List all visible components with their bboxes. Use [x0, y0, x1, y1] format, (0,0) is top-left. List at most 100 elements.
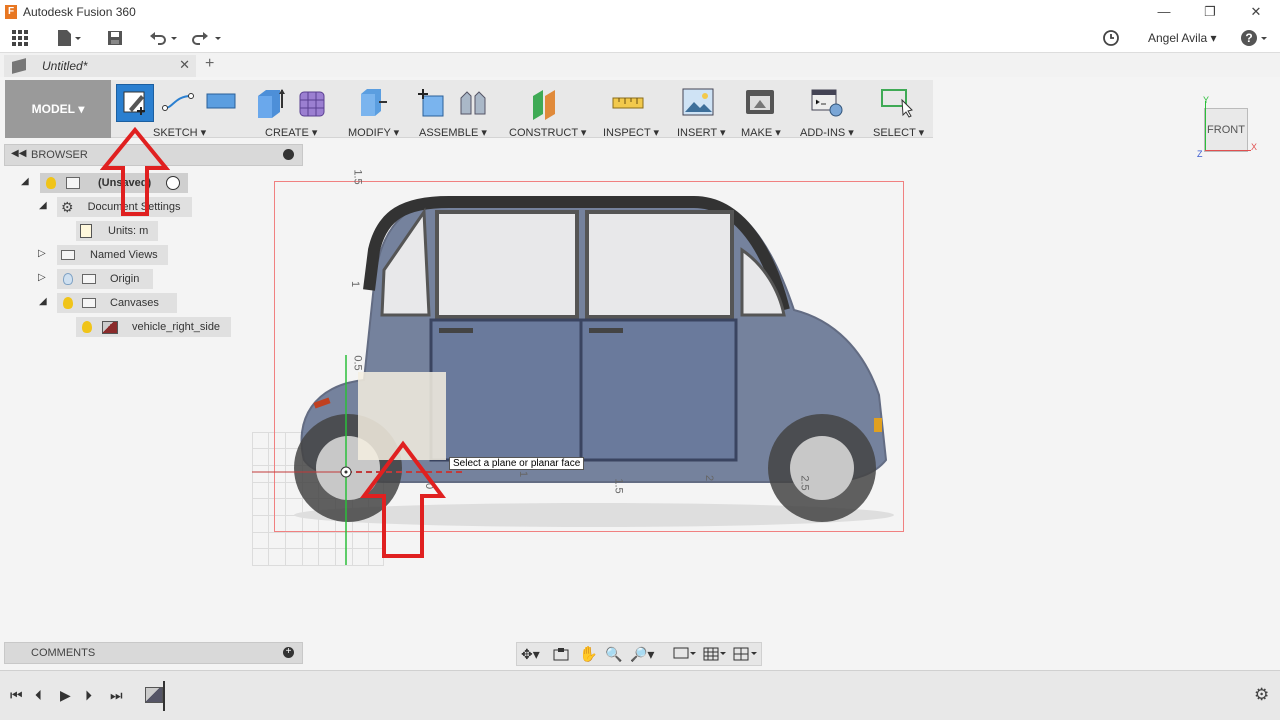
expand-origin-toggle[interactable]: ▷ — [38, 272, 46, 283]
construct-label: CONSTRUCT — [509, 127, 578, 139]
tree-item-canvases[interactable]: Canvases — [57, 293, 177, 313]
construct-menu[interactable]: CONSTRUCT ▾ — [509, 126, 586, 139]
visibility-bulb-icon[interactable] — [63, 297, 73, 309]
add-ins-label: ADD-INS — [800, 127, 846, 139]
joint-icon[interactable] — [457, 86, 491, 123]
step-back-icon[interactable]: ⏴ — [35, 687, 42, 704]
view-cube-x-axis — [1205, 150, 1251, 151]
data-panel-grid-icon[interactable] — [11, 28, 29, 48]
step-forward-icon[interactable]: ⏵ — [85, 687, 92, 704]
insert-canvas-icon[interactable] — [682, 86, 714, 121]
timeline-canvas-feature-icon[interactable] — [145, 687, 163, 703]
folder-icon — [82, 298, 96, 308]
timeline-settings-gear-icon[interactable]: ⚙ — [1254, 685, 1269, 705]
close-tab-icon[interactable]: ✕ — [179, 57, 190, 73]
restore-button[interactable]: ❐ — [1187, 0, 1233, 23]
user-name: Angel Avila — [1148, 31, 1208, 45]
workspace-switcher[interactable]: MODEL ▾ — [5, 80, 111, 138]
fit-icon[interactable]: 🔎▾ — [630, 646, 654, 663]
visibility-bulb-icon[interactable] — [46, 177, 56, 189]
quick-access-toolbar: Angel Avila ▾ ? — [0, 23, 1280, 53]
new-tab-button[interactable]: + — [205, 55, 214, 73]
scripts-addins-icon[interactable] — [810, 86, 844, 121]
browser-title: BROWSER — [31, 149, 88, 161]
redo-icon[interactable] — [190, 28, 224, 48]
select-menu[interactable]: SELECT ▾ — [873, 126, 924, 139]
form-create-icon[interactable] — [296, 86, 330, 123]
tree-item-canvas-vehicle[interactable]: vehicle_right_side — [76, 317, 231, 337]
tree-item-label: Named Views — [90, 249, 158, 261]
inspect-menu[interactable]: INSPECT ▾ — [603, 126, 659, 139]
svg-text:?: ? — [1245, 31, 1252, 45]
measure-icon[interactable] — [611, 92, 645, 119]
window-title: Autodesk Fusion 360 — [23, 4, 136, 19]
expand-canvases-toggle[interactable]: ◢ — [39, 296, 47, 307]
orbit-icon[interactable]: ✥▾ — [521, 646, 540, 663]
undo-icon[interactable] — [146, 28, 180, 48]
rectangle-tool-icon[interactable] — [205, 86, 237, 119]
select-label: SELECT — [873, 127, 916, 139]
selection-tooltip: Select a plane or planar face — [449, 457, 585, 470]
create-menu[interactable]: CREATE ▾ — [265, 126, 317, 139]
expand-named-views-toggle[interactable]: ▷ — [38, 248, 46, 259]
browser-pin-icon[interactable] — [283, 149, 294, 160]
visibility-bulb-icon[interactable] — [82, 321, 92, 333]
collapse-panel-icon[interactable]: ◀◀ — [11, 148, 26, 159]
view-cube-y-axis — [1205, 101, 1206, 151]
view-cube-face-label: FRONT — [1207, 124, 1245, 136]
view-cube[interactable]: FRONT — [1204, 108, 1248, 152]
line-tool-icon[interactable] — [161, 86, 195, 119]
folder-icon — [61, 250, 75, 260]
help-icon[interactable]: ? — [1240, 28, 1270, 48]
viewports-icon[interactable] — [733, 647, 759, 664]
add-comment-icon[interactable]: + — [283, 647, 294, 658]
annotation-arrow-up-icon — [360, 440, 446, 558]
ruler-label: 1.5 — [351, 169, 364, 185]
annotation-arrow-up-icon — [100, 126, 170, 216]
visibility-bulb-off-icon[interactable] — [63, 273, 73, 285]
document-tab[interactable]: Untitled* ✕ — [4, 55, 196, 77]
new-component-icon[interactable] — [415, 86, 449, 123]
job-status-clock-icon[interactable] — [1102, 28, 1120, 48]
insert-label: INSERT — [677, 127, 717, 139]
go-to-start-icon[interactable]: ⏮ — [10, 687, 23, 704]
vehicle-window-rear-door — [585, 210, 734, 319]
document-tab-bar: Untitled* ✕ + — [0, 53, 1280, 77]
modify-menu[interactable]: MODIFY ▾ — [348, 126, 399, 139]
close-window-button[interactable]: ✕ — [1233, 0, 1279, 23]
grid-settings-icon[interactable] — [703, 647, 727, 664]
extrude-icon[interactable] — [254, 86, 288, 123]
pan-icon[interactable]: ✋ — [579, 645, 598, 663]
zoom-icon[interactable]: 🔍 — [605, 646, 622, 663]
tree-item-origin[interactable]: Origin — [57, 269, 153, 289]
play-icon[interactable]: ▶ — [60, 687, 71, 704]
press-pull-icon[interactable] — [355, 86, 389, 123]
create-sketch-button[interactable] — [116, 84, 154, 122]
tree-item-units[interactable]: Units: m — [76, 221, 158, 241]
assemble-menu[interactable]: ASSEMBLE ▾ — [419, 126, 487, 139]
offset-plane-icon[interactable] — [527, 86, 563, 123]
comments-panel-header[interactable]: COMMENTS + — [4, 642, 303, 664]
file-menu-icon[interactable] — [56, 28, 82, 48]
add-ins-menu[interactable]: ADD-INS ▾ — [800, 126, 854, 139]
expand-root-toggle[interactable]: ◢ — [21, 176, 29, 187]
timeline-marker[interactable] — [163, 681, 165, 711]
make-menu[interactable]: MAKE ▾ — [741, 126, 781, 139]
save-icon[interactable] — [106, 28, 124, 48]
3d-print-icon[interactable] — [744, 86, 776, 121]
user-account-menu[interactable]: Angel Avila ▾ — [1148, 31, 1217, 45]
tree-item-named-views[interactable]: Named Views — [57, 245, 168, 265]
minimize-button[interactable]: — — [1141, 0, 1187, 23]
expand-document-settings-toggle[interactable]: ◢ — [39, 200, 47, 211]
ruler-label: 0.5 — [351, 355, 364, 371]
ruler-label: 2.5 — [798, 475, 811, 491]
tree-item-label: vehicle_right_side — [132, 321, 221, 333]
workspace-label: MODEL — [31, 102, 75, 116]
look-at-icon[interactable] — [553, 647, 569, 664]
go-to-end-icon[interactable]: ⏭ — [110, 687, 123, 704]
select-tool-icon[interactable] — [880, 86, 916, 123]
display-settings-icon[interactable] — [673, 647, 697, 664]
tree-item-label: Origin — [110, 273, 140, 285]
insert-menu[interactable]: INSERT ▾ — [677, 126, 726, 139]
canvas-image-icon — [102, 320, 118, 334]
